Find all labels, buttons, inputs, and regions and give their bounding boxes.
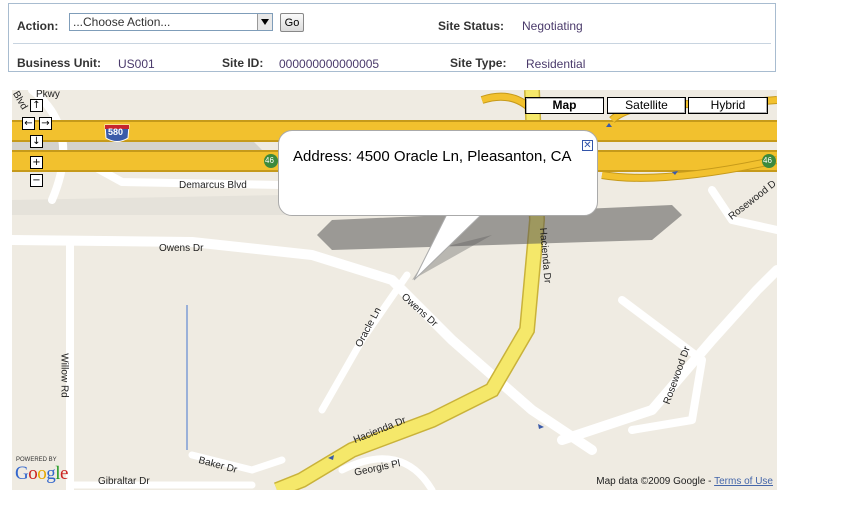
map-view[interactable]: 580 46 46 Demarcus Blvd Owens Dr Owens D…: [12, 90, 777, 490]
site-status-value: Negotiating: [522, 19, 583, 33]
map-type-map-button[interactable]: Map: [525, 97, 604, 114]
pan-right-icon[interactable]: →: [39, 117, 52, 130]
road-label-gibraltar-dr: Gibraltar Dr: [98, 476, 150, 487]
chevron-down-icon[interactable]: [257, 14, 272, 30]
street-rosewood-dr: [557, 265, 777, 445]
map-type-satellite-button[interactable]: Satellite: [607, 97, 686, 114]
site-id-value: 000000000000005: [279, 57, 380, 71]
business-unit-label: Business Unit:: [17, 56, 102, 70]
action-label: Action:: [17, 19, 59, 33]
site-type-label: Site Type:: [450, 56, 507, 70]
site-status-label: Site Status:: [438, 19, 505, 33]
shield-46-east-label: 46: [763, 156, 772, 165]
info-window: Address: 4500 Oracle Ln, Pleasanton, CA …: [278, 130, 598, 216]
pan-left-icon[interactable]: ←: [22, 117, 35, 130]
pan-down-icon[interactable]: ↓: [30, 135, 43, 148]
oneway-arrow-icon: [538, 424, 544, 429]
map-attribution: Map data ©2009 Google - Terms of Use: [596, 476, 773, 487]
road-label-willow-rd: Willow Rd: [58, 353, 70, 398]
terms-of-use-link[interactable]: Terms of Use: [714, 476, 773, 487]
zoom-out-icon[interactable]: −: [30, 174, 43, 187]
action-select-value: ...Choose Action...: [73, 15, 171, 29]
site-type-value: Residential: [526, 57, 586, 71]
street-owens-dr: [12, 235, 597, 455]
pan-up-icon[interactable]: ↑: [30, 99, 43, 112]
shield-46-west-label: 46: [265, 156, 274, 165]
site-id-label: Site ID:: [222, 56, 264, 70]
map-type-hybrid-button[interactable]: Hybrid: [688, 97, 768, 114]
info-window-address: Address: 4500 Oracle Ln, Pleasanton, CA: [293, 148, 572, 165]
action-select[interactable]: ...Choose Action...: [69, 13, 273, 31]
go-button[interactable]: Go: [280, 13, 304, 32]
road-label-owens-dr-west: Owens Dr: [159, 243, 204, 254]
close-icon[interactable]: ✕: [582, 140, 593, 151]
shield-580-label: 580: [108, 127, 124, 137]
zoom-in-icon[interactable]: +: [30, 156, 43, 169]
header-divider: [13, 43, 771, 44]
site-header-panel: Action: ...Choose Action... Go Site Stat…: [8, 3, 776, 72]
road-label-demarcus-blvd: Demarcus Blvd: [179, 180, 247, 191]
business-unit-value: US001: [118, 57, 155, 71]
google-logo[interactable]: Google: [15, 463, 68, 485]
